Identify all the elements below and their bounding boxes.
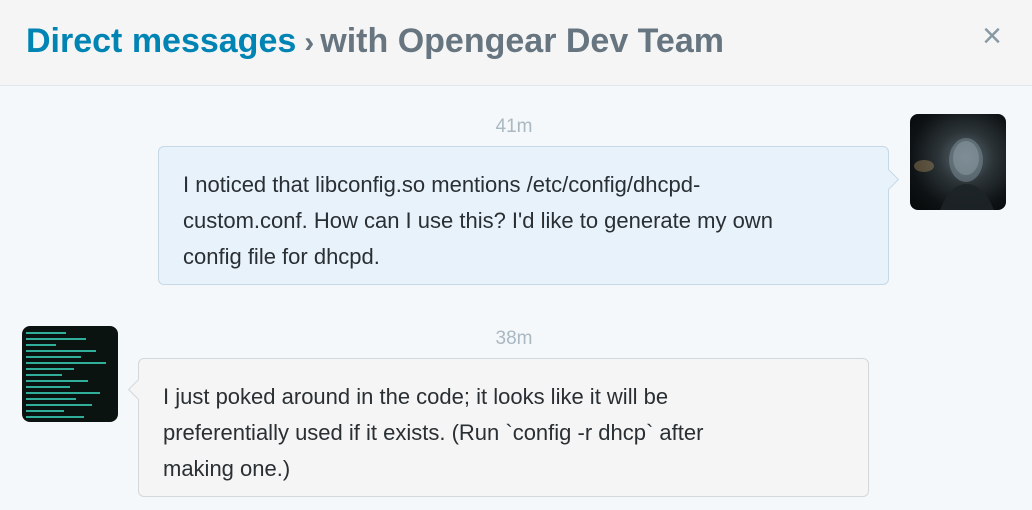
breadcrumb-separator: ›	[304, 26, 315, 59]
received-message-bubble: I just poked around in the code; it look…	[138, 358, 869, 497]
direct-messages-link[interactable]: Direct messages	[26, 22, 296, 60]
message-timestamp: 38m	[495, 328, 533, 349]
message-text-line: preferentially used if it exists. (Run `…	[163, 420, 704, 445]
message-text-line: I just poked around in the code; it look…	[163, 384, 669, 409]
message-text-line: I noticed that libconfig.so mentions /et…	[183, 172, 701, 197]
terminal-avatar-image	[26, 332, 106, 418]
message-text-line: config file for dhcpd.	[183, 244, 380, 269]
message-text-line: custom.conf. How can I use this? I'd lik…	[183, 208, 773, 233]
dm-header: Direct messages › with Opengear Dev Team ×	[0, 0, 1032, 86]
close-icon[interactable]: ×	[978, 19, 1006, 53]
user-avatar[interactable]	[910, 114, 1006, 210]
conversation-name: with Opengear Dev Team	[320, 22, 724, 60]
terminal-avatar[interactable]	[22, 326, 118, 422]
user-avatar-image	[914, 138, 994, 210]
message-text-line: making one.)	[163, 456, 291, 481]
sent-message-bubble: I noticed that libconfig.so mentions /et…	[158, 146, 889, 285]
message-timestamp: 41m	[495, 116, 533, 137]
conversation-title: Direct messages › with Opengear Dev Team	[26, 20, 724, 64]
